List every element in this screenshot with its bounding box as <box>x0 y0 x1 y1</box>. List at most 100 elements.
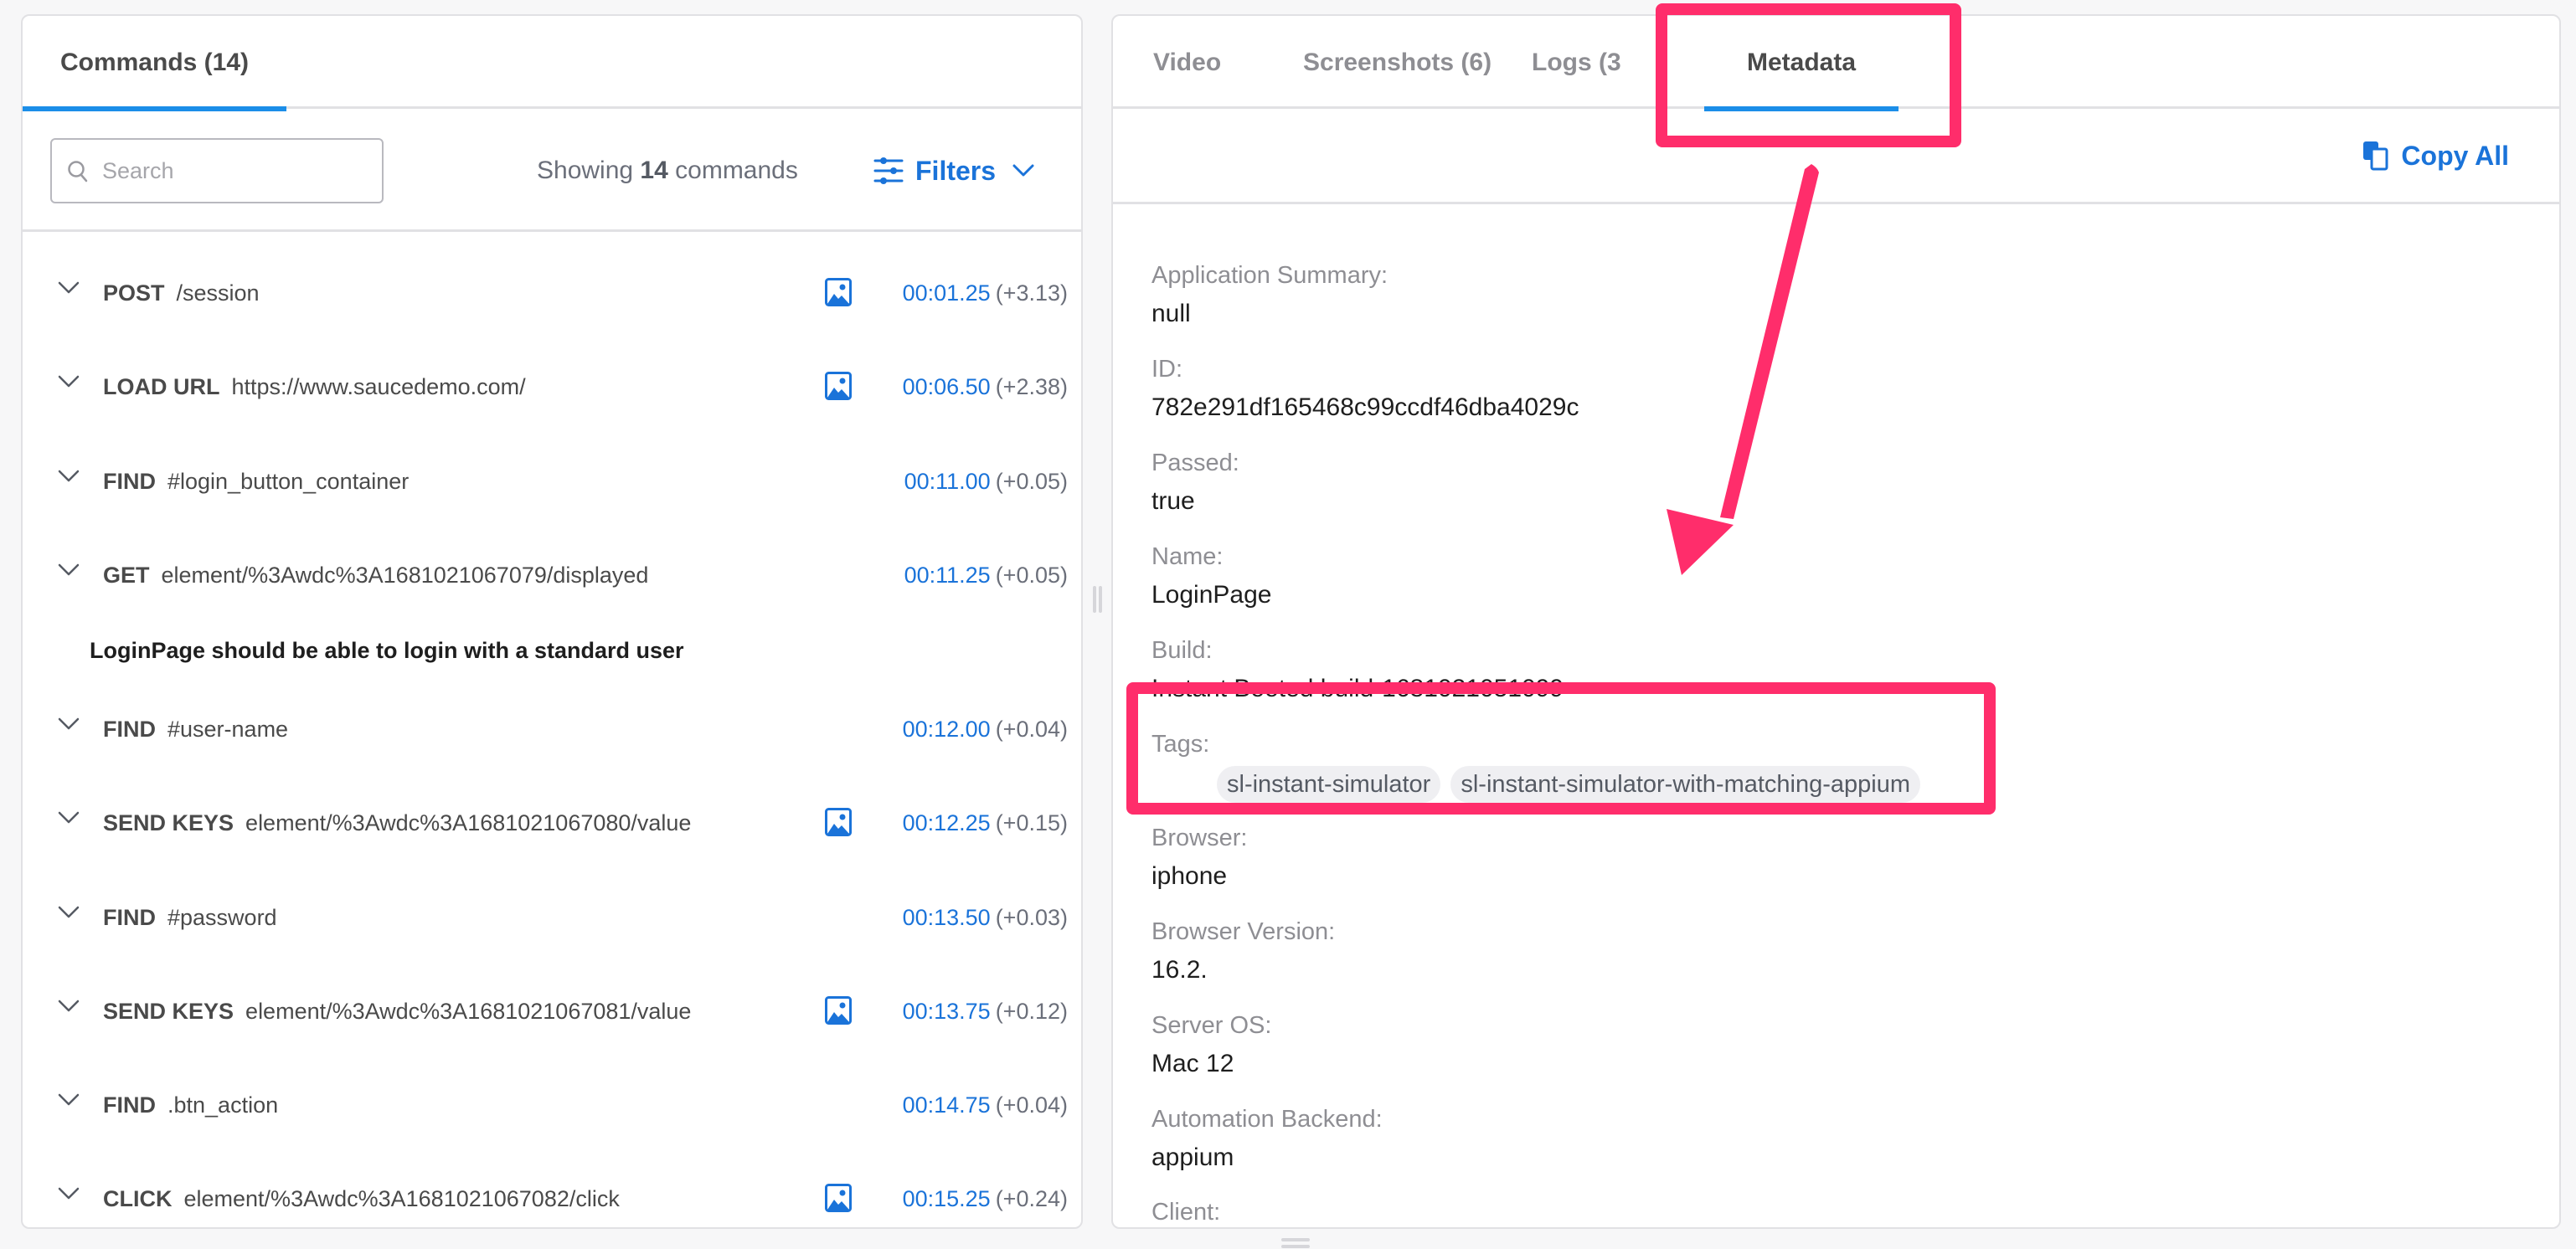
metadata-label: Application Summary: <box>1151 262 1388 289</box>
chevron-down-icon[interactable] <box>58 1093 80 1107</box>
command-duration: (+0.03) <box>995 905 1068 930</box>
screenshot-icon[interactable] <box>825 372 852 400</box>
tab-screenshots[interactable]: Screenshots (6) <box>1303 16 1492 109</box>
chevron-down-icon[interactable] <box>58 906 80 919</box>
vertical-resize-handle[interactable] <box>1089 586 1105 619</box>
command-verb: POST <box>103 280 165 306</box>
tab-metadata[interactable]: Metadata <box>1704 16 1899 111</box>
chevron-down-icon[interactable] <box>58 375 80 388</box>
command-text: LOAD URL https://www.saucedemo.com/ <box>103 340 526 434</box>
copy-all-button[interactable]: Copy All <box>2362 134 2509 177</box>
command-verb: CLICK <box>103 1186 173 1211</box>
chevron-down-icon[interactable] <box>58 811 80 825</box>
metadata-value: iphone <box>1151 862 1228 890</box>
command-row[interactable]: FIND #login_button_container 00:11.00 (+0.0… <box>23 434 1081 528</box>
command-timestamp[interactable]: 00:15.25 <box>903 1186 991 1211</box>
command-timestamp[interactable]: 00:13.50 <box>903 905 991 930</box>
command-timestamp[interactable]: 00:01.25 <box>903 280 991 306</box>
search-box[interactable] <box>50 138 384 203</box>
tab-commands[interactable]: Commands (14) <box>23 16 286 111</box>
command-verb: LOAD URL <box>103 374 220 399</box>
horizontal-resize-handle[interactable] <box>1281 1236 1310 1249</box>
tab-video[interactable]: Video <box>1153 16 1221 109</box>
showing-count: Showing 14 commands <box>537 109 798 232</box>
chevron-down-icon <box>1012 164 1034 177</box>
tab-logs-label: Logs (3 <box>1532 49 1621 76</box>
command-argument: /session <box>176 280 260 306</box>
screenshot-icon[interactable] <box>825 1184 852 1212</box>
command-row[interactable]: FIND #password 00:13.50 (+0.03) <box>23 871 1081 964</box>
command-duration: (+0.05) <box>995 563 1068 588</box>
metadata-value: 16.2. <box>1151 956 1208 984</box>
command-row[interactable]: POST/session 00:01.25 (+3.13) <box>23 246 1081 340</box>
command-duration: (+0.04) <box>995 717 1068 742</box>
chevron-down-icon[interactable] <box>58 281 80 295</box>
command-row[interactable]: LOAD URL https://www.saucedemo.com/00:06.… <box>23 340 1081 434</box>
command-timestamp[interactable]: 00:12.25 <box>903 810 991 835</box>
command-timestamp[interactable]: 00:14.75 <box>903 1092 991 1118</box>
command-timestamp[interactable]: 00:13.75 <box>903 999 991 1024</box>
tag-chip[interactable]: sl-instant-simulator-with-matching-appiu… <box>1450 766 1921 803</box>
screenshot-icon[interactable] <box>825 808 852 836</box>
command-argument: #login_button_container <box>167 469 410 494</box>
command-text: FIND .btn_action <box>103 1058 278 1152</box>
command-argument: #user-name <box>167 717 289 742</box>
tag-list: sl-instant-simulator sl-instant-simulator… <box>1217 766 1921 803</box>
chevron-down-icon[interactable] <box>58 470 80 483</box>
command-row[interactable]: CLICK element/%3Awdc%3A1681021067082/clic… <box>23 1152 1081 1227</box>
tab-logs[interactable]: Logs (3 <box>1532 16 1621 109</box>
chevron-down-icon[interactable] <box>58 717 80 731</box>
search-input[interactable] <box>102 140 370 202</box>
command-timing: 00:14.75 (+0.04) <box>903 1058 1068 1152</box>
command-text: CLICK element/%3Awdc%3A1681021067082/clic… <box>103 1152 620 1227</box>
metadata-field: Passed: true <box>1151 446 1239 518</box>
metadata-value: null <box>1151 300 1191 327</box>
filter-bar: Showing 14 commands Filters <box>23 109 1081 232</box>
tab-video-label: Video <box>1153 49 1222 76</box>
command-verb: SEND KEYS <box>103 810 234 835</box>
tag-chip[interactable]: sl-instant-simulator <box>1217 766 1441 803</box>
command-argument: element/%3Awdc%3A1681021067082/click <box>183 1186 620 1211</box>
command-row[interactable]: FIND .btn_action 00:14.75 (+0.04) <box>23 1058 1081 1152</box>
command-timestamp[interactable]: 00:12.00 <box>903 717 991 742</box>
showing-suffix: commands <box>675 157 798 184</box>
command-duration: (+0.05) <box>995 469 1068 494</box>
chevron-down-icon[interactable] <box>58 1187 80 1200</box>
command-row[interactable]: SEND KEYS element/%3Awdc%3A1681021067080/… <box>23 776 1081 870</box>
copy-all-label: Copy All <box>2401 140 2509 171</box>
command-timestamp[interactable]: 00:11.25 <box>904 563 991 588</box>
command-timing: 00:11.25 (+0.05) <box>904 528 1068 622</box>
test-group-title: LoginPage should be able to login with a… <box>90 638 684 663</box>
filters-button[interactable]: Filters <box>873 149 1034 193</box>
screenshot-icon[interactable] <box>825 996 852 1025</box>
command-timing: 00:12.00 (+0.04) <box>903 682 1068 776</box>
chevron-down-icon[interactable] <box>58 1000 80 1013</box>
command-verb: FIND <box>103 469 156 494</box>
metadata-value: Mac 12 <box>1151 1050 1234 1077</box>
command-argument: element/%3Awdc%3A1681021067079/displayed <box>161 563 649 588</box>
command-row[interactable]: FIND #user-name 00:12.00 (+0.04) <box>23 682 1081 776</box>
metadata-field: ID: 782e291df165468c99ccdf46dba4029c <box>1151 352 1579 424</box>
command-verb: FIND <box>103 905 156 930</box>
showing-prefix: Showing <box>537 157 634 184</box>
details-panel: Video Screenshots (6) Logs (3 Metadata C… <box>1111 14 2561 1229</box>
metadata-field: Browser: iphone <box>1151 821 1247 893</box>
chevron-down-icon[interactable] <box>58 563 80 577</box>
metadata-field: Browser Version: 16.2. <box>1151 915 1335 987</box>
command-text: GET element/%3Awdc%3A1681021067079/displa… <box>103 528 648 622</box>
command-timestamp[interactable]: 00:11.00 <box>904 469 991 494</box>
metadata-value: Instant Booted build-1681021051099 <box>1151 675 1564 702</box>
metadata-label: Browser: <box>1151 825 1248 851</box>
metadata-field: Build: Instant Booted build-1681021051099 <box>1151 634 1564 706</box>
metadata-value: 782e291df165468c99ccdf46dba4029c <box>1151 393 1579 421</box>
metadata-field: Server OS: Mac 12 <box>1151 1009 1271 1081</box>
metadata-label: Client: <box>1151 1199 1221 1226</box>
screenshot-icon[interactable] <box>825 278 852 306</box>
metadata-label: ID: <box>1151 356 1183 383</box>
command-timing: 00:01.25 (+3.13) <box>903 246 1068 340</box>
command-timestamp[interactable]: 00:06.50 <box>903 374 991 399</box>
metadata-label: Browser Version: <box>1151 918 1336 945</box>
command-row[interactable]: SEND KEYS element/%3Awdc%3A1681021067081/… <box>23 964 1081 1058</box>
command-verb: FIND <box>103 1092 156 1118</box>
command-row[interactable]: GET element/%3Awdc%3A1681021067079/displa… <box>23 528 1081 622</box>
